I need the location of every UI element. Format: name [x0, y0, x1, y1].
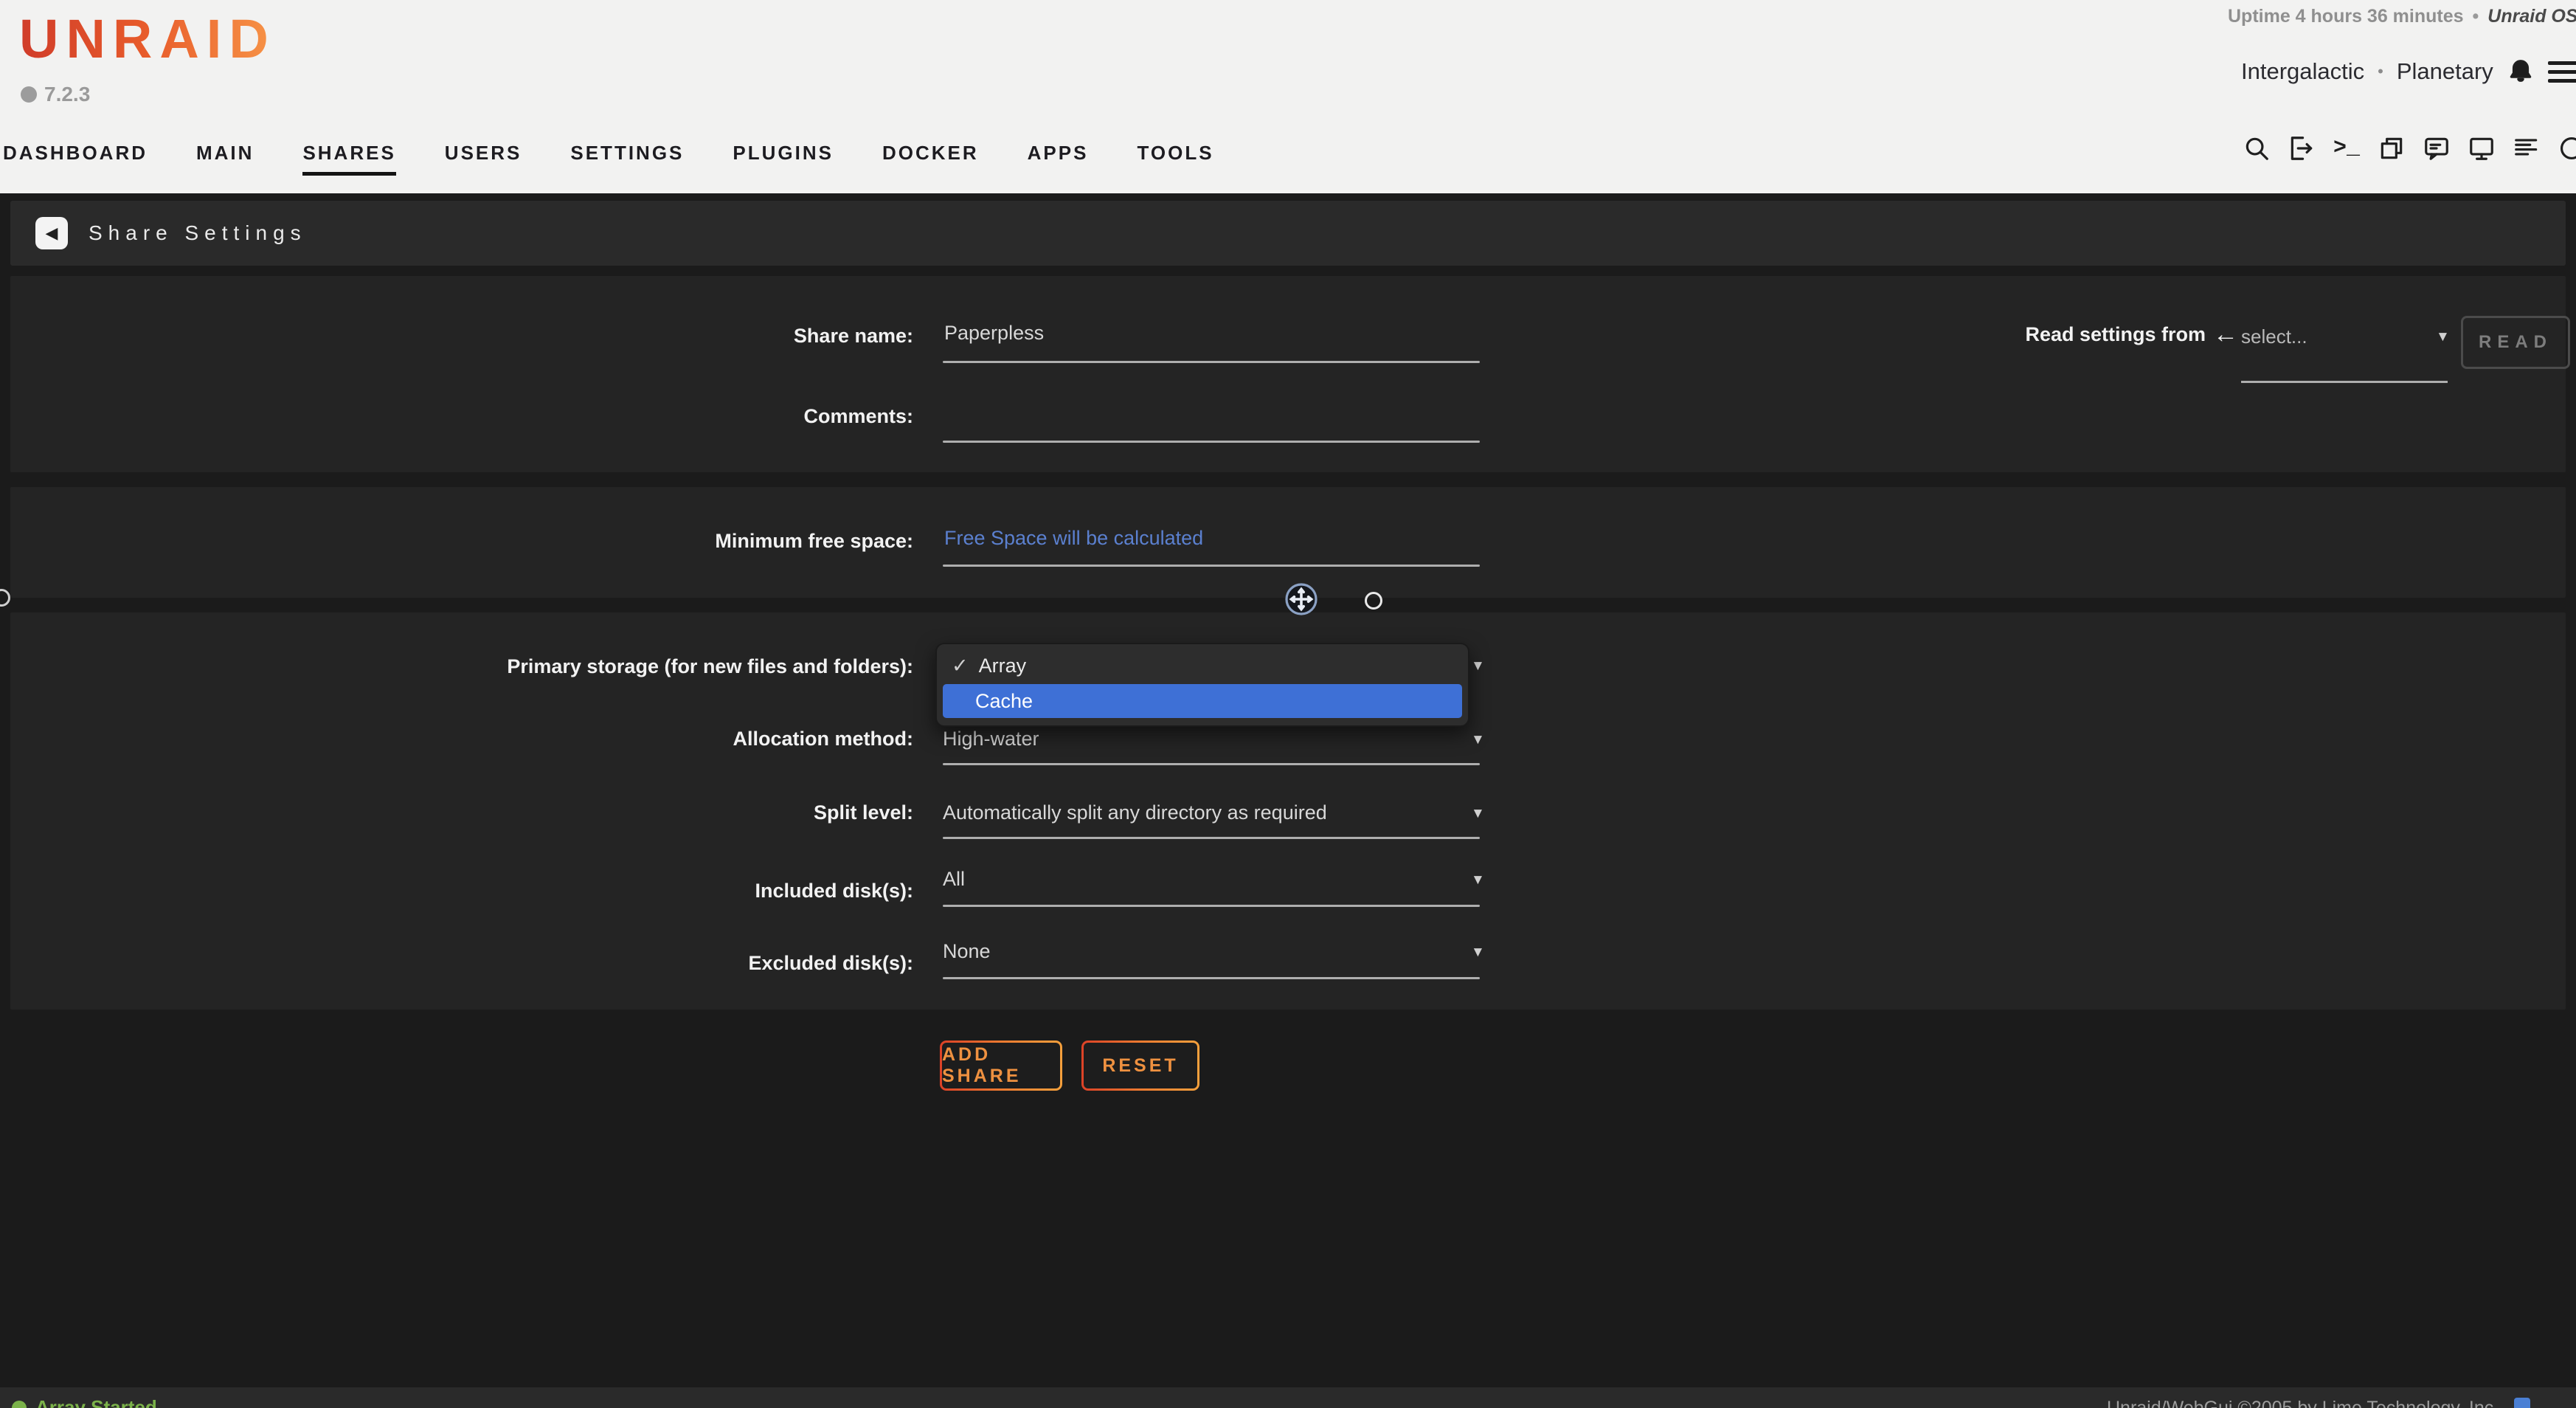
- allocation-underline: [943, 763, 1480, 765]
- allocation-method-select[interactable]: High-water: [943, 728, 1039, 750]
- theme-icon[interactable]: [2558, 134, 2576, 162]
- nav-plugins[interactable]: PLUGINS: [733, 142, 834, 176]
- share-name-label: Share name:: [0, 325, 913, 348]
- array-status[interactable]: Array Started: [12, 1396, 157, 1408]
- menu-icon[interactable]: [2548, 61, 2576, 83]
- click-indicator-icon: [1365, 592, 1382, 610]
- panel-share-identity: [10, 276, 2566, 472]
- read-settings-underline: [2241, 381, 2448, 383]
- main-nav: DASHBOARD MAIN SHARES USERS SETTINGS PLU…: [3, 142, 1214, 176]
- chevron-down-icon[interactable]: ▼: [1471, 732, 1485, 748]
- os-edition-text: Unraid OS Starter: [2487, 6, 2576, 27]
- version-label: 7.2.3: [44, 83, 90, 106]
- excluded-disks-label: Excluded disk(s):: [0, 952, 913, 975]
- server-name-secondary: Planetary: [2397, 58, 2493, 85]
- copyright-text: Unraid/WebGui ©2005 by Lime Technology, …: [2107, 1398, 2499, 1408]
- nav-apps[interactable]: APPS: [1028, 142, 1089, 176]
- nav-docker[interactable]: DOCKER: [882, 142, 979, 176]
- read-settings-label: Read settings from: [1992, 323, 2206, 346]
- nav-users[interactable]: USERS: [445, 142, 522, 176]
- nav-dashboard[interactable]: DASHBOARD: [3, 142, 148, 176]
- nav-settings[interactable]: SETTINGS: [570, 142, 684, 176]
- feedback-icon[interactable]: [2423, 134, 2451, 162]
- included-disks-underline: [943, 905, 1480, 907]
- nav-main[interactable]: MAIN: [196, 142, 254, 176]
- header: UNRAID 7.2.3 Uptime 4 hours 36 minutes•U…: [0, 0, 2576, 193]
- array-status-label: Array Started: [35, 1396, 157, 1408]
- read-button[interactable]: READ: [2461, 316, 2570, 369]
- uptime-text: Uptime 4 hours 36 minutes: [2228, 6, 2464, 27]
- primary-storage-label: Primary storage (for new files and folde…: [0, 655, 913, 678]
- edge-indicator-icon: [0, 589, 10, 607]
- primary-storage-dropdown: ✓ Array Cache: [935, 643, 1469, 727]
- included-disks-select[interactable]: All: [943, 868, 965, 891]
- page-title-bar: ◀ Share Settings: [10, 201, 2566, 266]
- nav-shares[interactable]: SHARES: [302, 142, 395, 176]
- add-share-button-label: ADD SHARE: [942, 1043, 1060, 1088]
- credits-icon[interactable]: [2514, 1398, 2530, 1408]
- version-row: 7.2.3: [21, 83, 90, 106]
- move-cursor-icon: [1284, 582, 1319, 617]
- chevron-down-icon[interactable]: ▼: [1471, 945, 1485, 961]
- log-icon[interactable]: [2513, 134, 2541, 162]
- unraid-logo[interactable]: UNRAID: [19, 7, 276, 70]
- back-icon[interactable]: ◀: [35, 217, 68, 249]
- server-row: Intergalactic • Planetary: [2241, 58, 2576, 86]
- dropdown-option-array[interactable]: ✓ Array: [952, 655, 1026, 677]
- share-name-underline: [943, 361, 1480, 363]
- included-disks-label: Included disk(s):: [0, 880, 913, 903]
- monitor-icon[interactable]: [2468, 134, 2496, 162]
- sign-out-icon[interactable]: [2288, 134, 2316, 162]
- page-title: Share Settings: [89, 221, 307, 245]
- split-level-label: Split level:: [0, 801, 913, 824]
- footer-bar: Array Started Unraid/WebGui ©2005 by Lim…: [0, 1387, 2576, 1408]
- server-name-primary: Intergalactic: [2241, 58, 2364, 85]
- min-free-space-underline: [943, 565, 1480, 567]
- copy-icon[interactable]: [2378, 134, 2406, 162]
- split-level-select[interactable]: Automatically split any directory as req…: [943, 801, 1327, 824]
- add-share-button[interactable]: ADD SHARE: [940, 1041, 1062, 1091]
- min-free-space-label: Minimum free space:: [0, 530, 913, 553]
- read-settings-select[interactable]: select...: [2241, 325, 2307, 348]
- comments-label: Comments:: [0, 405, 913, 428]
- excluded-disks-select[interactable]: None: [943, 940, 991, 963]
- chevron-down-icon: ▼: [2436, 329, 2450, 345]
- uptime-row: Uptime 4 hours 36 minutes • Unraid OS Star…: [2228, 6, 2576, 27]
- dot-separator: •: [2473, 6, 2479, 27]
- share-name-input[interactable]: [943, 317, 1418, 348]
- allocation-method-label: Allocation method:: [0, 728, 913, 750]
- header-toolbar: >_: [2243, 134, 2576, 162]
- terminal-icon[interactable]: >_: [2333, 134, 2361, 162]
- version-orb-icon: [21, 86, 37, 103]
- chevron-down-icon[interactable]: ▼: [1471, 872, 1485, 888]
- chevron-down-icon[interactable]: ▼: [1471, 658, 1485, 674]
- nav-tools[interactable]: TOOLS: [1137, 142, 1213, 176]
- status-orb-icon: [12, 1401, 27, 1408]
- reset-button-label: RESET: [1084, 1043, 1197, 1088]
- left-arrow-icon: ←: [2213, 320, 2238, 349]
- dropdown-option-label: Array: [979, 655, 1027, 677]
- split-level-underline: [943, 837, 1480, 839]
- unraid-webgui: UNRAID 7.2.3 Uptime 4 hours 36 minutes•U…: [0, 0, 2576, 1408]
- chevron-down-icon[interactable]: ▼: [1471, 806, 1485, 822]
- dropdown-option-label: Cache: [975, 690, 1033, 713]
- bell-icon[interactable]: [2507, 58, 2535, 86]
- dropdown-option-cache[interactable]: Cache: [943, 684, 1462, 718]
- excluded-disks-underline: [943, 977, 1480, 979]
- search-icon[interactable]: [2243, 134, 2271, 162]
- comments-underline: [943, 441, 1480, 443]
- dot-separator: •: [2378, 62, 2383, 81]
- check-icon: ✓: [952, 655, 969, 677]
- min-free-space-input[interactable]: [943, 522, 1418, 553]
- reset-button[interactable]: RESET: [1081, 1041, 1199, 1091]
- comments-input[interactable]: [943, 398, 1418, 429]
